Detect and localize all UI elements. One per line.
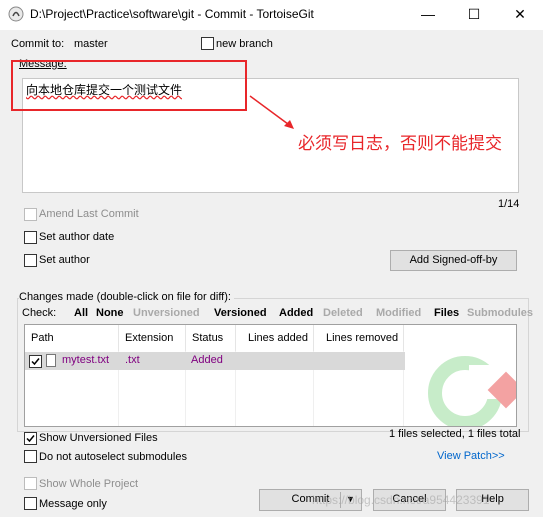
annotation-text: 必须写日志，否则不能提交 [298,134,502,154]
set-author-date-label[interactable]: Set author date [39,231,114,243]
annotation-highlight-box [11,60,247,111]
new-branch-checkbox[interactable] [201,37,214,50]
minimize-button[interactable]: — [405,0,451,30]
filter-all[interactable]: All [74,307,88,319]
window-title: D:\Project\Practice\software\git - Commi… [30,7,314,21]
annotation-arrow-icon [249,95,294,129]
filter-added[interactable]: Added [279,307,313,319]
column-header-lines-removed[interactable]: Lines removed [314,325,404,351]
text-file-icon [46,354,56,367]
amend-last-commit-checkbox[interactable] [24,208,37,221]
add-signed-off-by-button[interactable]: Add Signed-off-by [390,250,517,271]
filter-none[interactable]: None [96,307,124,319]
column-header-path[interactable]: Path [25,325,119,351]
show-whole-project-label[interactable]: Show Whole Project [39,478,138,490]
maximize-icon: ☐ [467,6,481,22]
filter-modified[interactable]: Modified [376,307,421,319]
filter-versioned[interactable]: Versioned [214,307,267,319]
new-branch-label[interactable]: new branch [216,38,273,50]
show-unversioned-label[interactable]: Show Unversioned Files [39,432,158,444]
file-path: mytest.txt [62,354,110,366]
filter-unversioned[interactable]: Unversioned [133,307,200,319]
checkmark-icon [26,435,35,443]
branch-name: master [74,38,108,50]
message-line-counter: 1/14 [498,198,520,210]
close-window-button[interactable]: ✕ [497,0,543,30]
message-only-label[interactable]: Message only [39,498,107,510]
show-unversioned-checkbox[interactable] [24,432,37,445]
table-row[interactable]: mytest.txt .txt Added [25,352,405,370]
changes-group-label: Changes made (double-click on file for d… [19,291,234,303]
check-label: Check: [22,307,57,319]
tortoisegit-app-icon [8,6,24,22]
watermark-text: https://blog.csdn.net/a954423391 [312,493,490,507]
set-author-date-checkbox[interactable] [24,231,37,244]
tortoisegit-logo-watermark-icon [428,356,516,426]
file-extension: .txt [125,354,140,366]
minimize-icon: — [421,6,435,22]
title-bar: D:\Project\Practice\software\git - Commi… [0,0,543,30]
close-icon: ✕ [514,6,526,22]
column-header-extension[interactable]: Extension [119,325,186,351]
column-header-status[interactable]: Status [186,325,236,351]
message-only-checkbox[interactable] [24,497,37,510]
file-status: Added [191,354,223,366]
view-patch-link[interactable]: View Patch>> [437,450,505,462]
column-header-lines-added[interactable]: Lines added [236,325,314,351]
set-author-checkbox[interactable] [24,254,37,267]
commit-to-label: Commit to: [11,38,65,50]
file-checkbox[interactable] [29,355,42,368]
maximize-button[interactable]: ☐ [451,0,497,30]
filter-files[interactable]: Files [434,307,459,319]
do-not-autoselect-checkbox[interactable] [24,450,37,463]
changed-files-list[interactable]: Path Extension Status Lines added Lines … [24,324,517,427]
do-not-autoselect-label[interactable]: Do not autoselect submodules [39,451,187,463]
filter-submodules[interactable]: Submodules [467,307,533,319]
selection-summary: 1 files selected, 1 files total [389,428,521,440]
show-whole-project-checkbox[interactable] [24,477,37,490]
set-author-label[interactable]: Set author [39,254,90,266]
amend-last-commit-label[interactable]: Amend Last Commit [39,208,139,220]
checkmark-icon [31,358,40,366]
filter-deleted[interactable]: Deleted [323,307,363,319]
